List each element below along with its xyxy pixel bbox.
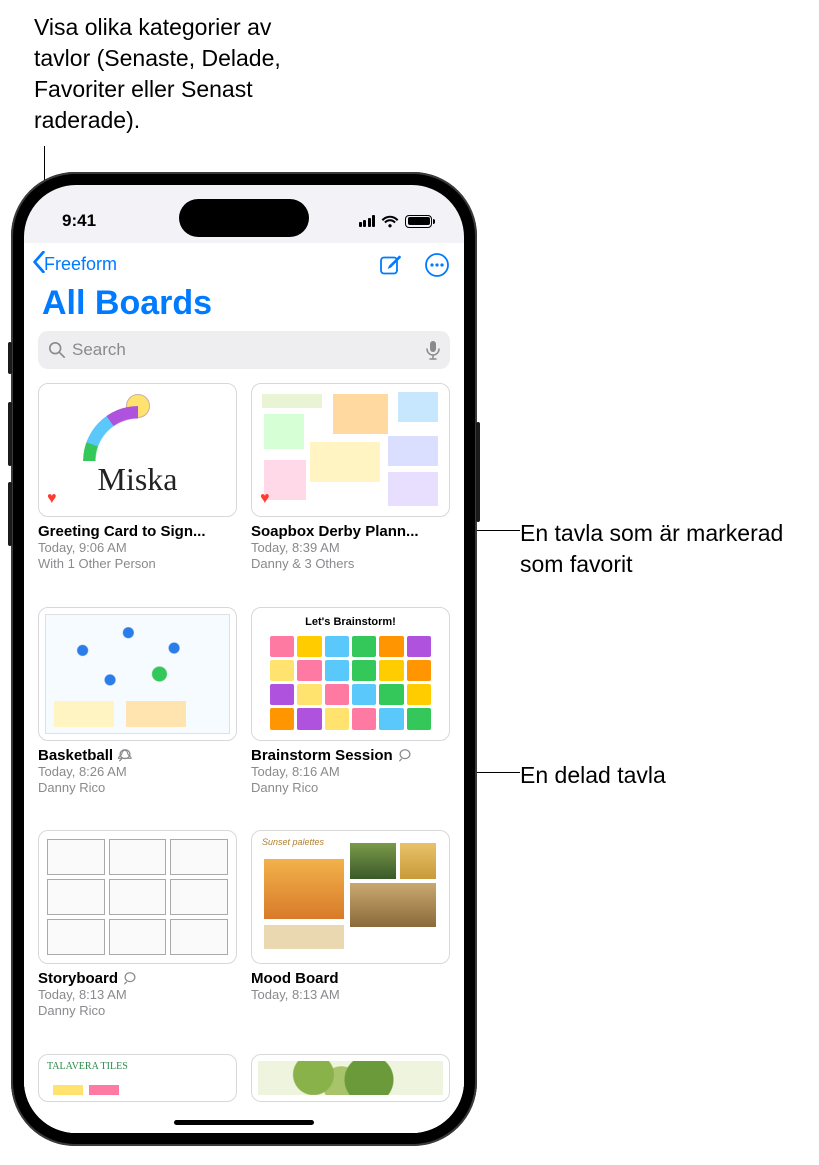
wifi-icon bbox=[381, 215, 399, 228]
heart-icon: ♥ bbox=[260, 490, 270, 508]
screen: 9:41 Freeform bbox=[24, 185, 464, 1133]
search-icon bbox=[48, 341, 66, 359]
board-card[interactable]: TALAVERA TILES bbox=[38, 1054, 237, 1102]
cellular-icon bbox=[359, 215, 376, 227]
board-time: Today, 8:13 AM bbox=[251, 987, 450, 1003]
board-time: Today, 8:39 AM bbox=[251, 540, 450, 556]
side-button bbox=[8, 342, 12, 374]
board-people: Danny Rico bbox=[38, 780, 237, 796]
dictate-icon[interactable] bbox=[426, 340, 440, 360]
battery-icon bbox=[405, 215, 432, 228]
board-card[interactable]: Sunset palettes Mood Board Today, 8:13 A… bbox=[251, 830, 450, 1020]
callout-categories: Visa olika kategorier av tavlor (Senaste… bbox=[34, 12, 314, 136]
status-time: 9:41 bbox=[62, 211, 96, 231]
board-thumbnail bbox=[38, 830, 237, 964]
board-time: Today, 8:13 AM bbox=[38, 987, 237, 1003]
board-people: Danny Rico bbox=[251, 780, 450, 796]
board-thumbnail: ♥ bbox=[251, 383, 450, 517]
board-card[interactable]: Storyboard Today, 8:13 AM Danny Rico bbox=[38, 830, 237, 1020]
volume-up-button bbox=[8, 402, 12, 466]
back-button[interactable]: Freeform bbox=[32, 251, 117, 278]
board-thumbnail: Sunset palettes bbox=[251, 830, 450, 964]
board-title: Mood Board bbox=[251, 970, 339, 987]
volume-down-button bbox=[8, 482, 12, 546]
home-indicator[interactable] bbox=[174, 1120, 314, 1125]
boards-grid: Miska ♥ Greeting Card to Sign... Today, … bbox=[24, 379, 464, 1102]
compose-icon bbox=[378, 253, 402, 277]
thumb-text: Miska bbox=[39, 461, 236, 498]
board-title: Greeting Card to Sign... bbox=[38, 523, 206, 540]
board-title: Storyboard bbox=[38, 970, 118, 987]
board-thumbnail: Miska ♥ bbox=[38, 383, 237, 517]
ellipsis-circle-icon bbox=[424, 252, 450, 278]
board-card[interactable]: Let's Brainstorm! Brainstorm Session Tod… bbox=[251, 607, 450, 797]
more-button[interactable] bbox=[424, 252, 450, 278]
board-thumbnail: TALAVERA TILES bbox=[38, 1054, 237, 1102]
search-placeholder: Search bbox=[72, 340, 420, 360]
thumb-text: Let's Brainstorm! bbox=[252, 616, 449, 628]
board-title: Soapbox Derby Plann... bbox=[251, 523, 419, 540]
header: All Boards bbox=[24, 282, 464, 331]
board-people: Danny Rico bbox=[38, 1003, 237, 1019]
nav-bar: Freeform bbox=[24, 243, 464, 282]
shared-icon bbox=[397, 748, 413, 763]
new-board-button[interactable] bbox=[378, 253, 402, 277]
board-card[interactable]: Basketball Today, 8:26 AM Danny Rico bbox=[38, 607, 237, 797]
board-people: With 1 Other Person bbox=[38, 556, 237, 572]
board-thumbnail: Let's Brainstorm! bbox=[251, 607, 450, 741]
board-card[interactable] bbox=[251, 1054, 450, 1102]
page-title: All Boards bbox=[42, 284, 446, 323]
heart-icon: ♥ bbox=[47, 490, 57, 508]
search-input[interactable]: Search bbox=[38, 331, 450, 369]
callout-favorite: En tavla som är markerad som favorit bbox=[520, 518, 800, 580]
power-button bbox=[476, 422, 480, 522]
board-time: Today, 8:16 AM bbox=[251, 764, 450, 780]
boards-scroll[interactable]: Miska ♥ Greeting Card to Sign... Today, … bbox=[24, 379, 464, 1133]
board-thumbnail bbox=[38, 607, 237, 741]
board-time: Today, 9:06 AM bbox=[38, 540, 237, 556]
board-card[interactable]: ♥ Soapbox Derby Plann... Today, 8:39 AM … bbox=[251, 383, 450, 573]
board-title: Brainstorm Session bbox=[251, 747, 393, 764]
back-label: Freeform bbox=[44, 254, 117, 275]
board-people: Danny & 3 Others bbox=[251, 556, 450, 572]
board-title: Basketball bbox=[38, 747, 113, 764]
shared-icon bbox=[122, 971, 138, 986]
board-card[interactable]: Miska ♥ Greeting Card to Sign... Today, … bbox=[38, 383, 237, 573]
iphone-frame: 9:41 Freeform bbox=[11, 172, 477, 1146]
board-time: Today, 8:26 AM bbox=[38, 764, 237, 780]
board-thumbnail bbox=[251, 1054, 450, 1102]
shared-icon bbox=[117, 748, 133, 763]
dynamic-island bbox=[179, 199, 309, 237]
callout-shared: En delad tavla bbox=[520, 760, 666, 791]
